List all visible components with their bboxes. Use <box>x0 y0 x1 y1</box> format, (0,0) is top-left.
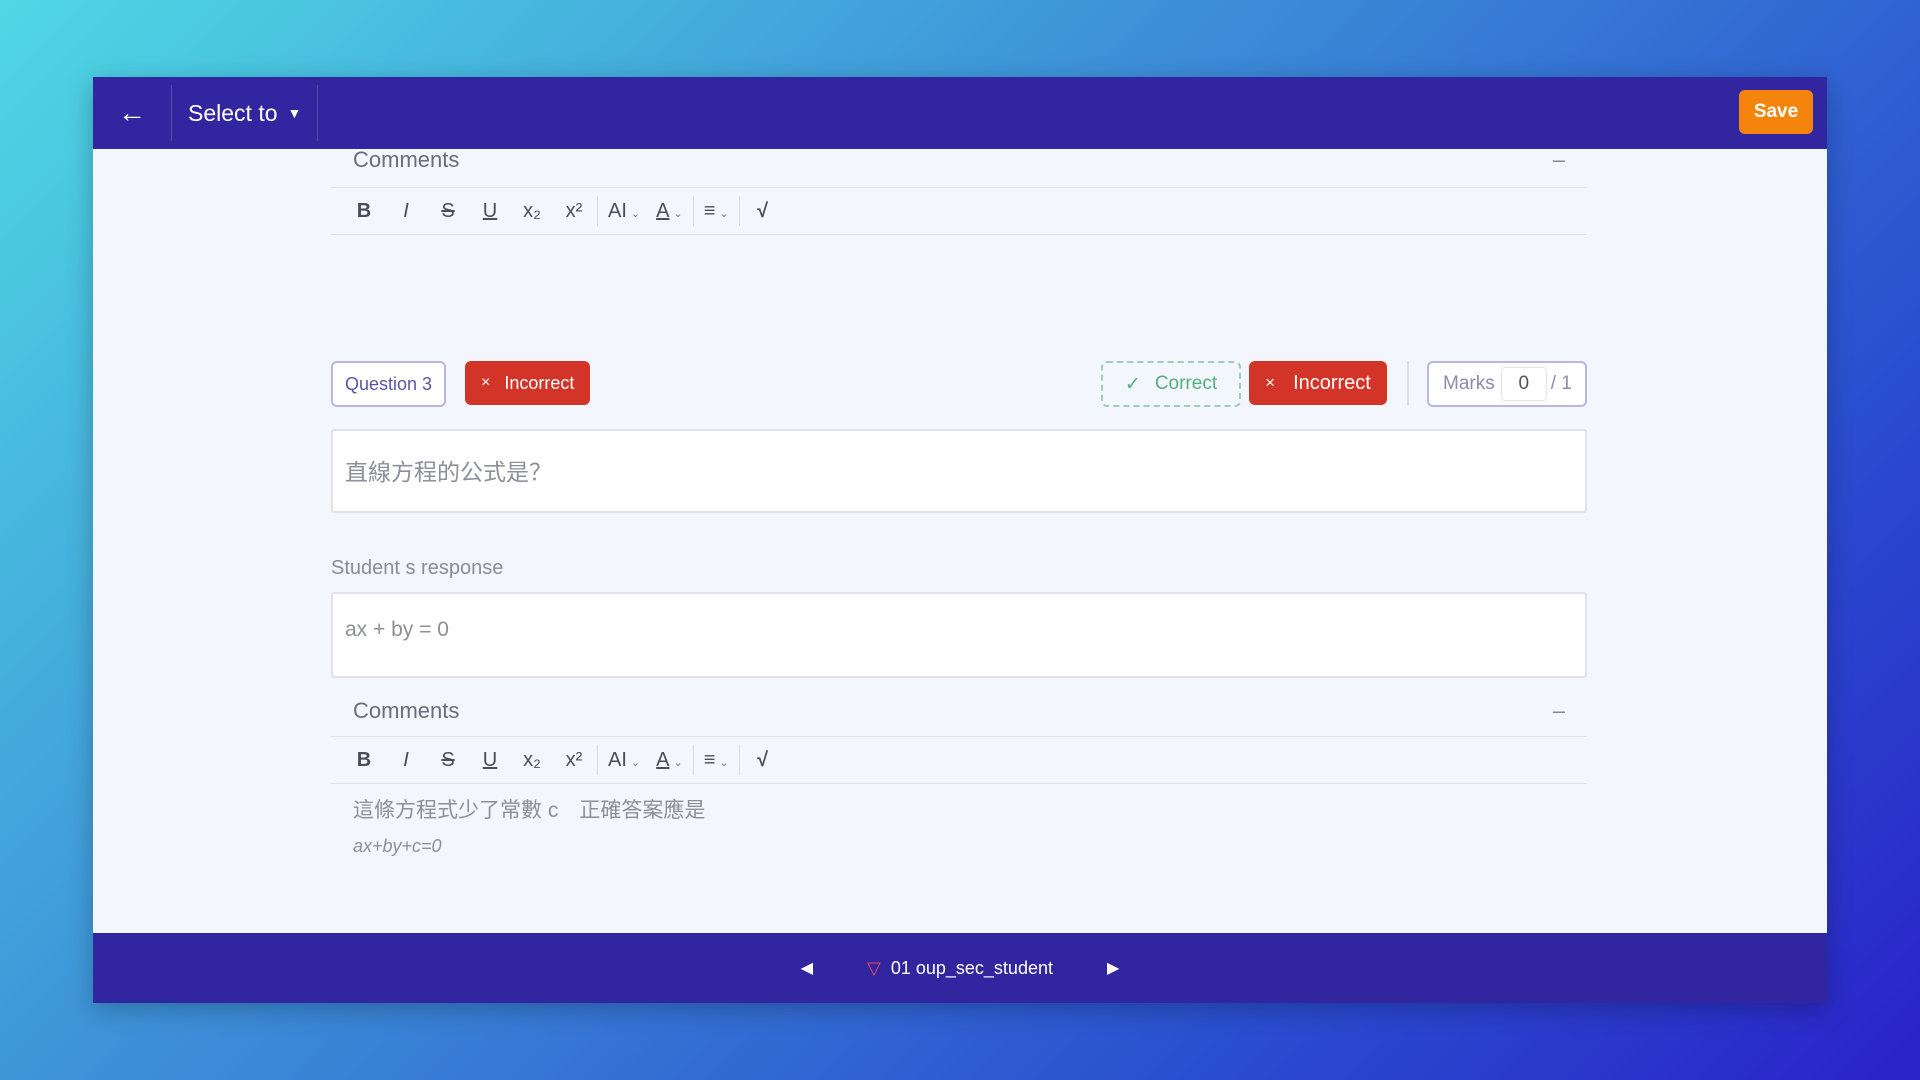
toolbar-divider <box>738 196 740 226</box>
underline-icon[interactable]: U <box>469 200 511 223</box>
topbar-divider <box>317 85 319 141</box>
rich-text-toolbar: B I S U x₂ x² AI ⌄ A ⌄ ≡ ⌄ √ <box>331 737 1587 784</box>
superscript-icon[interactable]: x² <box>553 200 595 223</box>
question-number-badge: Question 3 <box>331 361 447 407</box>
collapse-icon[interactable]: – <box>1553 698 1565 724</box>
status-badge: × Incorrect <box>465 361 591 405</box>
superscript-icon[interactable]: x² <box>553 749 595 772</box>
comment-editor[interactable]: 這條方程式少了常數 c 正確答案應是 ax+by+c=0 <box>331 784 1587 867</box>
comments-title: Comments <box>353 698 460 723</box>
marks-box: Marks / 1 <box>1427 361 1587 407</box>
toolbar-divider <box>692 196 694 226</box>
formula-icon[interactable]: √ <box>742 200 784 223</box>
font-size-icon[interactable]: AI ⌄ <box>600 749 648 772</box>
align-glyph: ≡ <box>703 199 716 222</box>
prev-student-icon[interactable]: ◀ <box>781 958 833 978</box>
app-window: ← Select to ▼ Save Comments – B I S U x₂… <box>93 77 1827 1003</box>
comments-header: Comments – <box>331 686 1587 737</box>
back-arrow-icon[interactable]: ← <box>93 77 171 149</box>
font-size-icon[interactable]: AI ⌄ <box>600 200 648 223</box>
collapse-icon[interactable]: – <box>1553 147 1565 173</box>
comments-section: Comments – B I S U x₂ x² AI ⌄ A ⌄ ≡ ⌄ √ 這條方… <box>331 686 1587 867</box>
comments-title: Comments <box>353 147 460 172</box>
caret-icon: ⌄ <box>673 207 683 220</box>
caret-icon: ⌄ <box>630 756 641 769</box>
close-icon: × <box>481 374 491 391</box>
marks-total: / 1 <box>1550 373 1572 394</box>
grading-content: Comments – B I S U x₂ x² AI ⌄ A ⌄ ≡ ⌄ √ Que… <box>331 147 1587 867</box>
align-icon[interactable]: ≡ ⌄ <box>696 749 737 772</box>
underline-icon[interactable]: U <box>469 749 511 772</box>
strikethrough-icon[interactable]: S <box>427 749 469 772</box>
subscript-icon[interactable]: x₂ <box>511 200 553 223</box>
marks-input[interactable] <box>1500 367 1547 401</box>
comment-formula: ax+by+c=0 <box>353 836 442 856</box>
align-glyph: ≡ <box>703 748 716 771</box>
align-icon[interactable]: ≡ ⌄ <box>696 200 737 223</box>
font-size-glyph: AI <box>608 748 627 771</box>
subscript-icon[interactable]: x₂ <box>511 749 553 772</box>
comment-line: 這條方程式少了常數 c 正確答案應是 <box>353 799 706 822</box>
comment-editor-top[interactable] <box>331 235 1587 361</box>
font-size-glyph: AI <box>608 199 627 222</box>
response-label: Student s response <box>331 557 504 579</box>
check-icon: ✓ <box>1124 373 1141 395</box>
caret-icon: ⌄ <box>673 756 683 769</box>
bold-icon[interactable]: B <box>343 200 385 223</box>
formula-icon[interactable]: √ <box>742 749 784 772</box>
caret-down-icon: ▼ <box>287 105 302 121</box>
font-color-icon[interactable]: A ⌄ <box>648 749 691 772</box>
incorrect-label: Incorrect <box>1293 371 1371 394</box>
filter-icon: ▽ <box>867 957 881 978</box>
font-color-glyph: A <box>656 748 670 771</box>
divider <box>1407 361 1409 405</box>
select-to-dropdown[interactable]: Select to ▼ <box>172 77 317 149</box>
student-response-box: ax + by = 0 <box>331 592 1587 678</box>
bold-icon[interactable]: B <box>343 749 385 772</box>
toolbar-divider <box>692 745 694 775</box>
caret-icon: ⌄ <box>630 207 641 220</box>
save-button[interactable]: Save <box>1739 90 1813 134</box>
student-selector[interactable]: ▽ 01 oup_sec_student <box>867 958 1053 979</box>
marks-label: Marks <box>1443 373 1495 394</box>
correct-label: Correct <box>1154 373 1218 394</box>
comments-header-top: Comments – <box>331 133 1587 188</box>
toolbar-divider <box>597 196 598 226</box>
italic-icon[interactable]: I <box>385 200 427 223</box>
bottom-bar: ◀ ▽ 01 oup_sec_student ▶ <box>93 933 1827 1003</box>
rich-text-toolbar-top: B I S U x₂ x² AI ⌄ A ⌄ ≡ ⌄ √ <box>331 188 1587 235</box>
next-student-icon[interactable]: ▶ <box>1087 958 1139 978</box>
toolbar-divider <box>597 745 598 775</box>
status-label: Incorrect <box>504 372 575 393</box>
student-name: 01 oup_sec_student <box>890 957 1053 978</box>
mark-incorrect-button[interactable]: × Incorrect <box>1249 361 1387 405</box>
question-text-box: 直線方程的公式是？ <box>331 429 1587 513</box>
toolbar-divider <box>738 745 740 775</box>
caret-icon: ⌄ <box>719 756 729 769</box>
mark-correct-button[interactable]: ✓ Correct <box>1101 361 1241 407</box>
italic-icon[interactable]: I <box>385 749 427 772</box>
strikethrough-icon[interactable]: S <box>427 200 469 223</box>
question-header-row: Question 3 × Incorrect ✓ Correct × Incor… <box>331 361 1587 407</box>
select-to-label: Select to <box>188 99 278 126</box>
font-color-glyph: A <box>656 199 670 222</box>
font-color-icon[interactable]: A ⌄ <box>648 200 691 223</box>
caret-icon: ⌄ <box>719 207 729 220</box>
close-icon: × <box>1265 373 1276 392</box>
